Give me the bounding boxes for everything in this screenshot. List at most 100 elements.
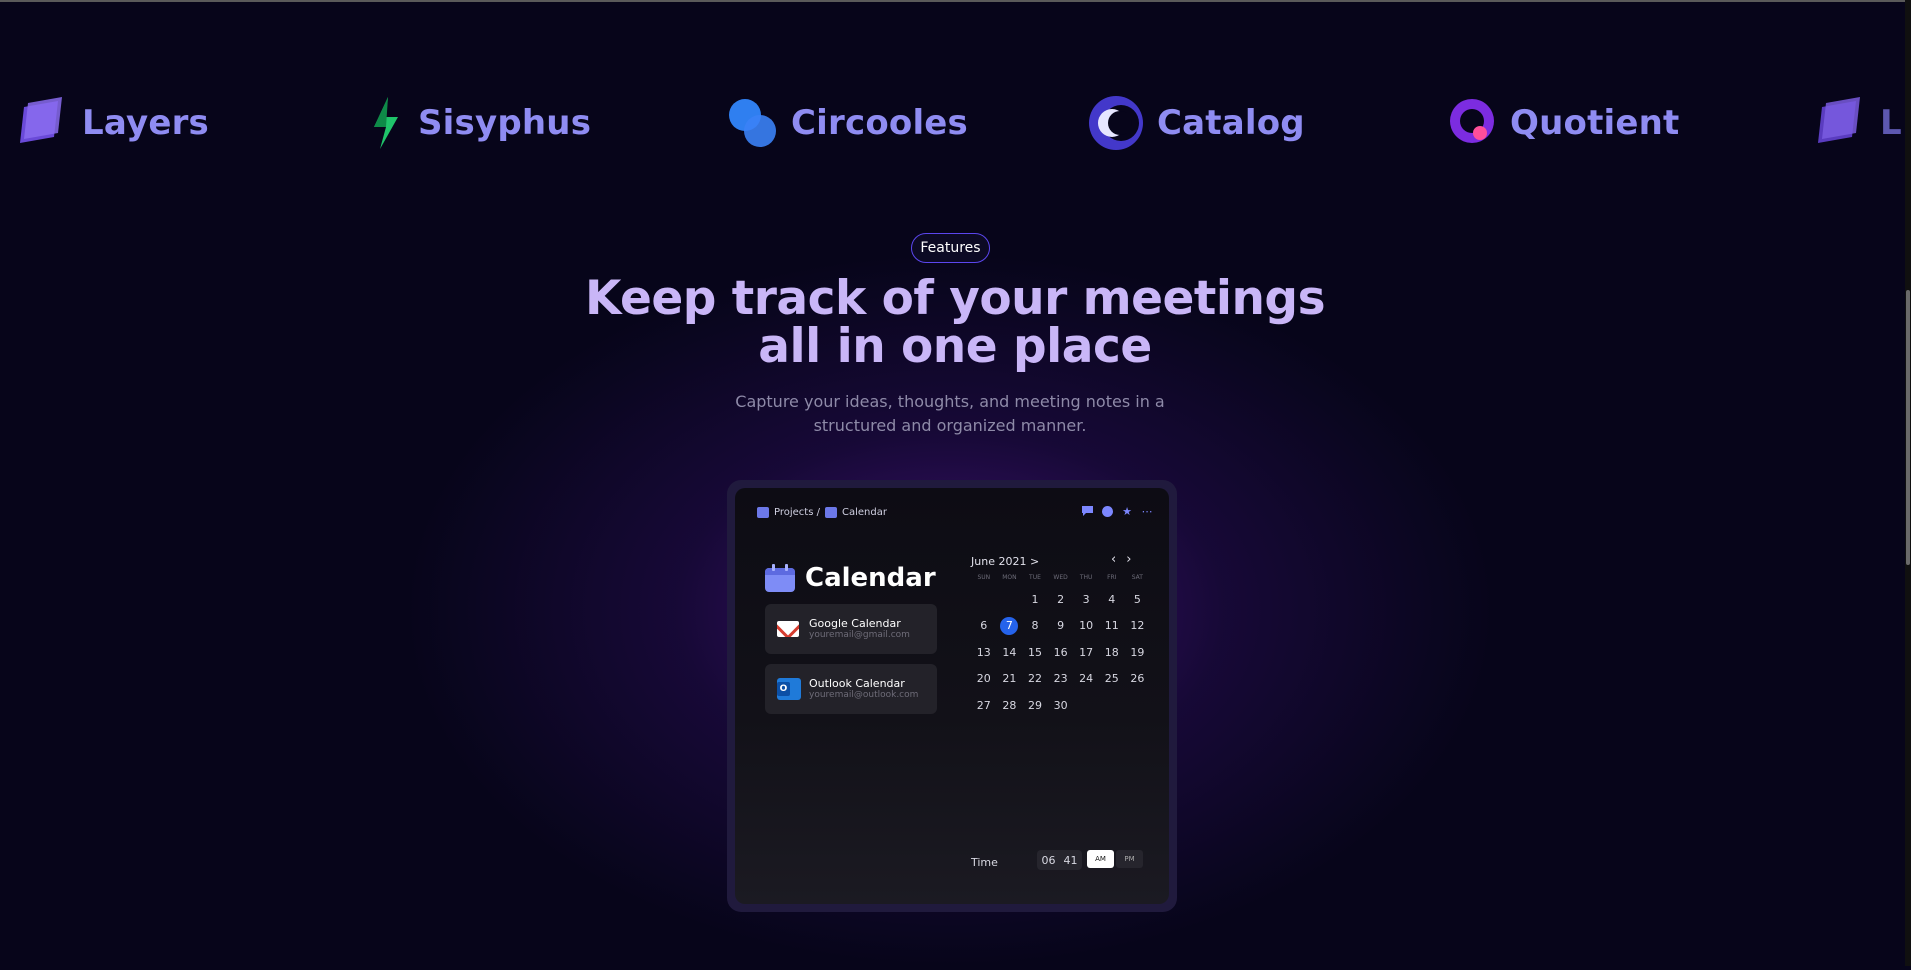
- account-google-email: youremail@gmail.com: [809, 629, 910, 640]
- day-cell[interactable]: 29: [1022, 692, 1048, 719]
- day-cell[interactable]: 27: [971, 692, 997, 719]
- day-number: 30: [1053, 698, 1068, 712]
- scrollbar-thumb[interactable]: [1906, 290, 1910, 565]
- day-number: 6: [980, 619, 988, 633]
- weekday-label: SUN: [977, 574, 991, 581]
- folder-icon: [757, 507, 769, 518]
- day-cell[interactable]: 17: [1073, 639, 1099, 666]
- weekday-label: WED: [1053, 574, 1068, 581]
- day-cell[interactable]: 7: [997, 613, 1023, 640]
- layers-icon: [1818, 96, 1860, 143]
- prev-month-icon[interactable]: ‹: [1111, 552, 1116, 567]
- day-number: 2: [1057, 592, 1065, 606]
- day-cell-empty: [997, 586, 1023, 613]
- day-grid: 1 2 3 4 5 6 7 8 9 10 11 12 13 14 15 16 17 18 19 20 21 22 23 24 2…: [971, 586, 1145, 719]
- day-cell[interactable]: 4: [1099, 586, 1125, 613]
- day-number: 11: [1104, 619, 1119, 633]
- logo-catalog-text: Catalog: [1157, 102, 1305, 143]
- day-cell[interactable]: 20: [971, 666, 997, 693]
- account-google[interactable]: Google Calendar youremail@gmail.com: [765, 604, 937, 654]
- weekday-header: SUN MON TUE WED THU FRI SAT: [971, 574, 1143, 586]
- hour-value[interactable]: 06: [1042, 854, 1056, 867]
- day-number: 27: [976, 698, 991, 712]
- weekday-label: SAT: [1131, 574, 1143, 581]
- month-selector[interactable]: June 2021 >: [971, 555, 1039, 568]
- month-nav: ‹ ›: [1111, 552, 1131, 567]
- day-cell[interactable]: 6: [971, 613, 997, 640]
- day-cell[interactable]: 24: [1073, 666, 1099, 693]
- day-number: 28: [1002, 698, 1017, 712]
- day-number: 29: [1027, 698, 1042, 712]
- page-scrollbar[interactable]: [1905, 0, 1911, 966]
- logo-sisyphus: Sisyphus: [366, 85, 591, 160]
- day-cell[interactable]: 18: [1099, 639, 1125, 666]
- day-cell[interactable]: 5: [1125, 586, 1151, 613]
- ampm-toggle: AM PM: [1087, 850, 1143, 868]
- outlook-icon: O: [777, 678, 801, 700]
- day-number: 19: [1130, 645, 1145, 659]
- day-cell[interactable]: 25: [1099, 666, 1125, 693]
- weekday-label: TUE: [1029, 574, 1041, 581]
- more-icon[interactable]: ⋯: [1141, 505, 1153, 518]
- calendar-mini-icon: [824, 507, 837, 518]
- star-icon[interactable]: ★: [1121, 505, 1133, 518]
- day-number: 1: [1031, 592, 1039, 606]
- day-cell[interactable]: 13: [971, 639, 997, 666]
- minute-value[interactable]: 41: [1064, 854, 1078, 867]
- day-cell[interactable]: 28: [997, 692, 1023, 719]
- day-cell[interactable]: 30: [1048, 692, 1074, 719]
- account-outlook[interactable]: O Outlook Calendar youremail@outlook.com: [765, 664, 937, 714]
- day-cell[interactable]: 11: [1099, 613, 1125, 640]
- next-month-icon[interactable]: ›: [1126, 552, 1131, 567]
- calendar-title: Calendar: [805, 563, 936, 593]
- day-cell[interactable]: 8: [1022, 613, 1048, 640]
- breadcrumb-calendar[interactable]: Calendar: [842, 507, 887, 518]
- day-cell[interactable]: 10: [1073, 613, 1099, 640]
- logo-catalog: Catalog: [1087, 85, 1305, 160]
- clock-icon[interactable]: [1101, 505, 1113, 517]
- pm-button[interactable]: PM: [1116, 850, 1143, 868]
- day-cell[interactable]: 12: [1125, 613, 1151, 640]
- day-number: [1000, 590, 1018, 608]
- day-number: 22: [1027, 672, 1042, 686]
- day-number: 7: [1000, 616, 1019, 635]
- am-button[interactable]: AM: [1087, 850, 1114, 868]
- time-label: Time: [971, 856, 998, 869]
- day-number: 14: [1002, 645, 1017, 659]
- quotient-icon: [1450, 98, 1494, 143]
- calendar-heading: Calendar: [765, 563, 936, 593]
- breadcrumb-projects[interactable]: Projects /: [774, 507, 820, 518]
- day-cell[interactable]: 3: [1073, 586, 1099, 613]
- calendar-preview-card: Projects / Calendar ★ ⋯ Calendar Google …: [727, 480, 1177, 912]
- sisyphus-icon: [374, 96, 398, 149]
- day-cell[interactable]: 23: [1048, 666, 1074, 693]
- logo-layers-repeat-text: L: [1880, 102, 1902, 143]
- day-cell[interactable]: 19: [1125, 639, 1151, 666]
- day-cell[interactable]: 26: [1125, 666, 1151, 693]
- time-input[interactable]: 06 41: [1037, 850, 1082, 870]
- features-badge: Features: [911, 233, 990, 263]
- logo-strip: Layers Sisyphus Circooles Catalog Quotie…: [0, 85, 1905, 160]
- account-google-name: Google Calendar: [809, 616, 901, 630]
- day-number: 17: [1079, 645, 1094, 659]
- day-cell[interactable]: 2: [1048, 586, 1074, 613]
- day-number: 23: [1053, 672, 1068, 686]
- day-cell[interactable]: 9: [1048, 613, 1074, 640]
- calendar-grid: SUN MON TUE WED THU FRI SAT 1 2 3 4 5 6 7 8 9 10 11 12 13 1…: [971, 574, 1145, 719]
- breadcrumb: Projects / Calendar: [757, 507, 887, 518]
- logo-quotient-text: Quotient: [1510, 102, 1680, 143]
- day-cell[interactable]: 21: [997, 666, 1023, 693]
- day-number: 16: [1053, 645, 1068, 659]
- section-subheadline: Capture your ideas, thoughts, and meetin…: [735, 392, 1165, 435]
- day-cell[interactable]: 16: [1048, 639, 1074, 666]
- logo-sisyphus-text: Sisyphus: [418, 102, 592, 143]
- day-cell[interactable]: 22: [1022, 666, 1048, 693]
- day-cell[interactable]: 14: [997, 639, 1023, 666]
- comment-icon[interactable]: [1081, 505, 1093, 517]
- day-cell[interactable]: 15: [1022, 639, 1048, 666]
- day-number: 5: [1133, 592, 1141, 606]
- day-cell[interactable]: 1: [1022, 586, 1048, 613]
- calendar-icon: [765, 564, 795, 592]
- logo-circooles: Circooles: [727, 85, 968, 160]
- gmail-icon: [777, 618, 801, 640]
